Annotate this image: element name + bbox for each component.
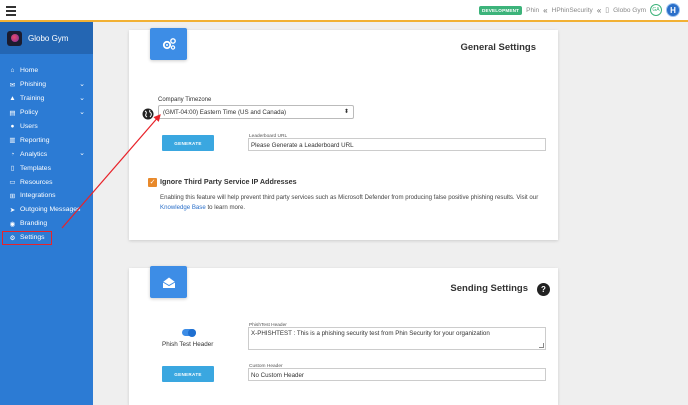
sending-settings-title: Sending Settings: [450, 283, 528, 294]
sidebar-item-label: Templates: [20, 164, 51, 172]
sidebar-item-label: Analytics: [20, 150, 48, 158]
graduation-cap-icon: ▲: [9, 95, 16, 103]
gear-icon: ⚙: [9, 234, 16, 242]
description-end: to learn more.: [205, 204, 246, 211]
envelope-open-icon: [150, 266, 187, 298]
brand-header[interactable]: Globo Gym: [0, 22, 93, 54]
chevron-down-icon: ⌄: [79, 94, 85, 102]
timezone-label: Company Timezone: [158, 97, 212, 103]
sidebar-item-users[interactable]: ● Users: [0, 120, 93, 134]
file-icon: ▯: [10, 165, 15, 173]
select-arrows-icon: ⬍: [343, 109, 349, 115]
chevron-down-icon: ⌄: [79, 80, 85, 88]
phishtest-header-value: X-PHISHTEST : This is a phishing securit…: [251, 330, 490, 337]
sidebar-item-settings[interactable]: ⚙ Settings: [2, 230, 52, 245]
globe-icon: [142, 107, 154, 120]
phish-test-header-label: Phish Test Header: [162, 341, 214, 348]
general-settings-card: General Settings Company Timezone (GMT-0…: [129, 28, 558, 240]
building-icon: ▯: [605, 7, 610, 14]
sidebar-item-outgoing-messages[interactable]: ➤ Outgoing Messages: [0, 203, 93, 217]
palette-icon: ◉: [9, 220, 16, 228]
sidebar-item-templates[interactable]: ▯ Templates: [0, 161, 93, 175]
sidebar-item-home[interactable]: ⌂ Home: [0, 64, 93, 78]
leaderboard-url-field[interactable]: Please Generate a Leaderboard URL: [248, 138, 546, 151]
ignore-ip-label: Ignore Third Party Service IP Addresses: [160, 177, 297, 186]
sidebar-item-label: Policy: [20, 109, 39, 117]
breadcrumb-company[interactable]: Globo Gym: [613, 7, 646, 14]
breadcrumb-distributor[interactable]: HPhinSecurity: [552, 7, 593, 14]
brand-logo-icon: [7, 30, 22, 46]
phish-test-header-toggle[interactable]: [182, 328, 196, 337]
brand-name: Globo Gym: [28, 33, 69, 43]
users-icon: ●: [10, 123, 15, 130]
home-icon: ⌂: [10, 67, 15, 75]
sidebar-item-label: Settings: [20, 234, 45, 242]
hamburger-menu-icon[interactable]: [6, 4, 16, 16]
chevron-down-icon: ⌄: [79, 108, 85, 116]
environment-badge: DEVELOPMENT: [478, 5, 523, 15]
double-chevron-left-icon: «: [543, 5, 548, 15]
generate-leaderboard-button[interactable]: GENERATE: [162, 135, 214, 151]
sidebar-item-label: Phishing: [20, 81, 47, 89]
sidebar-item-label: Outgoing Messages: [20, 206, 81, 214]
chart-icon: ▥: [9, 137, 16, 145]
gears-icon: [150, 28, 187, 60]
sidebar-item-label: Training: [20, 95, 45, 103]
sending-settings-card: Sending Settings ? Phish Test Header Phi…: [129, 266, 558, 405]
pie-chart-icon: ◔: [10, 150, 15, 158]
folder-icon: ▭: [9, 179, 16, 187]
custom-header-field[interactable]: No Custom Header: [248, 368, 546, 381]
description-text: Enabling this feature will help prevent …: [160, 194, 539, 201]
sidebar-item-analytics[interactable]: ◔ Analytics ⌄: [0, 147, 93, 161]
document-icon: ▤: [9, 109, 16, 117]
help-button[interactable]: ?: [537, 283, 550, 296]
general-settings-title: General Settings: [460, 42, 537, 53]
user-avatar[interactable]: H: [666, 3, 680, 17]
sidebar-item-policy[interactable]: ▤ Policy ⌄: [0, 106, 93, 120]
knowledge-base-link[interactable]: Knowledge Base: [160, 204, 206, 211]
ignore-ip-description: Enabling this feature will help prevent …: [160, 193, 545, 213]
sidebar-item-label: Branding: [20, 220, 48, 228]
sidebar-item-reporting[interactable]: ▥ Reporting: [0, 133, 93, 147]
top-bar: DEVELOPMENT Phin « HPhinSecurity « ▯ Glo…: [0, 0, 688, 22]
sidebar: Globo Gym ⌂ Home ✉ Phishing ⌄ ▲ Training ⌄ ▤ Poli…: [0, 22, 93, 405]
sidebar-item-resources[interactable]: ▭ Resources: [0, 175, 93, 189]
send-icon: ➤: [9, 206, 16, 214]
sidebar-item-label: Home: [20, 67, 39, 75]
sidebar-item-training[interactable]: ▲ Training ⌄: [0, 92, 93, 106]
sidebar-item-label: Users: [20, 123, 38, 130]
sidebar-nav: ⌂ Home ✉ Phishing ⌄ ▲ Training ⌄ ▤ Policy ⌄ ● Users ▥…: [0, 54, 93, 245]
sidebar-item-label: Resources: [20, 178, 53, 186]
timezone-value: (GMT-04:00) Eastern Time (US and Canada): [163, 109, 287, 116]
sidebar-item-label: Integrations: [20, 192, 56, 200]
fish-icon: ✉: [9, 81, 16, 89]
ignore-ip-checkbox[interactable]: ✓: [148, 178, 157, 187]
chevron-down-icon: ⌄: [79, 150, 85, 158]
phishtest-header-textarea[interactable]: X-PHISHTEST : This is a phishing securit…: [248, 327, 546, 350]
plug-icon: ⊞: [9, 192, 16, 200]
double-chevron-left-icon: «: [596, 5, 602, 15]
company-avatar[interactable]: GA: [650, 4, 662, 16]
timezone-select[interactable]: (GMT-04:00) Eastern Time (US and Canada)…: [158, 105, 354, 119]
breadcrumb-partner[interactable]: Phin: [526, 7, 539, 14]
sidebar-item-branding[interactable]: ◉ Branding: [0, 217, 93, 231]
sidebar-item-phishing[interactable]: ✉ Phishing ⌄: [0, 78, 93, 92]
top-right-context: DEVELOPMENT Phin « HPhinSecurity « ▯ Glo…: [478, 3, 680, 17]
resize-grip-icon[interactable]: [539, 343, 544, 348]
sidebar-item-integrations[interactable]: ⊞ Integrations: [0, 189, 93, 203]
generate-header-button[interactable]: GENERATE: [162, 366, 214, 382]
sidebar-item-label: Reporting: [20, 136, 50, 144]
